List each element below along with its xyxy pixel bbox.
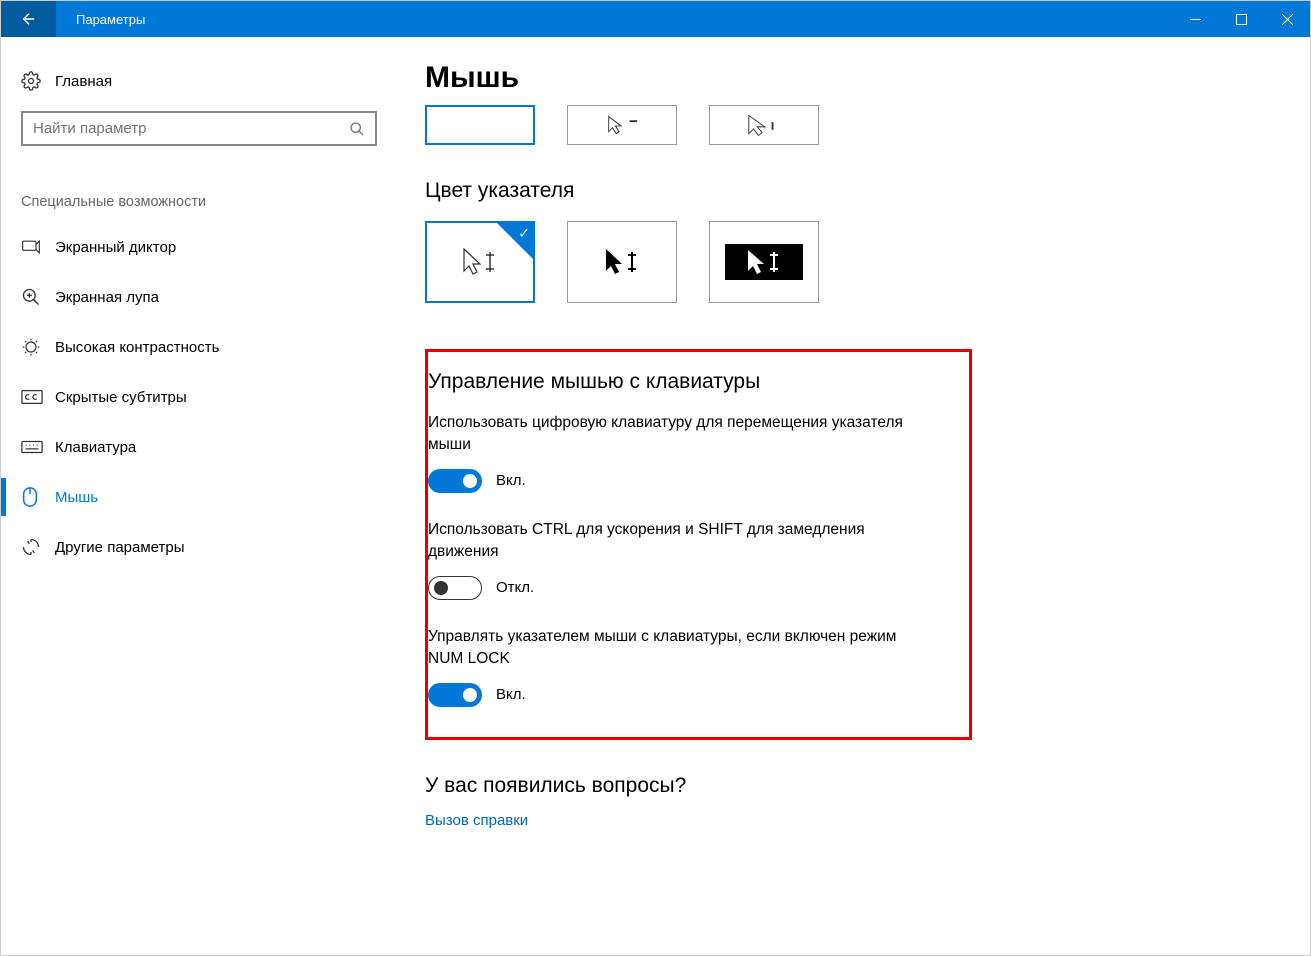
sidebar-item-closed-captions[interactable]: Скрытые субтитры	[21, 372, 381, 422]
sidebar-item-other[interactable]: Другие параметры	[21, 522, 381, 572]
numpad-state: Вкл.	[496, 472, 526, 489]
other-options-icon	[21, 537, 41, 557]
minimize-button[interactable]	[1172, 1, 1218, 37]
sidebar-item-narrator[interactable]: Экранный диктор	[21, 222, 381, 272]
pointer-size-options	[425, 105, 1270, 145]
window-controls	[1172, 1, 1310, 37]
cursor-large-icon	[745, 114, 783, 136]
numlock-state: Вкл.	[496, 686, 526, 703]
pointer-size-3[interactable]	[709, 105, 819, 145]
pointer-size-1[interactable]	[425, 105, 535, 145]
high-contrast-icon	[21, 337, 41, 357]
close-icon	[1282, 14, 1293, 25]
sidebar-item-label: Высокая контрастность	[55, 339, 219, 356]
titlebar: Параметры	[1, 1, 1310, 37]
ctrlshift-toggle[interactable]	[428, 576, 482, 600]
checkmark-icon: ✓	[518, 225, 530, 242]
sidebar: Главная Специальные возможности Экранный…	[1, 37, 401, 955]
close-button[interactable]	[1264, 1, 1310, 37]
minimize-icon	[1190, 14, 1201, 25]
numpad-toggle[interactable]	[428, 469, 482, 493]
arrow-left-icon	[20, 10, 38, 28]
magnifier-icon	[21, 287, 41, 307]
numpad-setting: Использовать цифровую клавиатуру для пер…	[428, 412, 951, 493]
maximize-icon	[1236, 14, 1247, 25]
gear-icon	[21, 71, 41, 91]
keyboard-control-heading: Управление мышью с клавиатуры	[428, 370, 951, 394]
ctrlshift-label: Использовать CTRL для ускорения и SHIFT …	[428, 519, 918, 564]
maximize-button[interactable]	[1218, 1, 1264, 37]
back-button[interactable]	[1, 1, 56, 37]
closed-captions-icon	[21, 387, 43, 407]
pointer-color-black[interactable]	[567, 221, 677, 303]
ctrlshift-setting: Использовать CTRL для ускорения и SHIFT …	[428, 519, 951, 600]
numpad-label: Использовать цифровую клавиатуру для пер…	[428, 412, 918, 457]
keyboard-icon	[21, 437, 43, 457]
home-nav[interactable]: Главная	[21, 61, 381, 101]
pointer-color-options: ✓	[425, 221, 1270, 303]
numlock-setting: Управлять указателем мыши с клавиатуры, …	[428, 626, 951, 707]
ctrlshift-state: Откл.	[496, 579, 534, 596]
cursor-inverted-icon	[742, 249, 786, 275]
cursor-white-icon	[458, 247, 502, 277]
mouse-icon	[21, 487, 39, 507]
sidebar-item-label: Скрытые субтитры	[55, 389, 187, 406]
pointer-color-heading: Цвет указателя	[425, 179, 1270, 203]
help-link[interactable]: Вызов справки	[425, 812, 1270, 829]
main-content: Мышь Цвет указателя ✓	[401, 37, 1310, 955]
sidebar-item-label: Экранный диктор	[55, 239, 176, 256]
sidebar-item-label: Мышь	[55, 489, 98, 506]
sidebar-section-title: Специальные возможности	[21, 194, 381, 210]
window-title: Параметры	[76, 12, 145, 27]
home-label: Главная	[55, 73, 112, 90]
sidebar-item-keyboard[interactable]: Клавиатура	[21, 422, 381, 472]
search-icon	[349, 121, 365, 137]
page-title: Мышь	[425, 61, 1270, 95]
sidebar-item-label: Экранная лупа	[55, 289, 159, 306]
questions-heading: У вас появились вопросы?	[425, 774, 1270, 798]
sidebar-item-high-contrast[interactable]: Высокая контрастность	[21, 322, 381, 372]
search-box[interactable]	[21, 111, 377, 146]
sidebar-item-mouse[interactable]: Мышь	[21, 472, 381, 522]
pointer-color-white[interactable]: ✓	[425, 221, 535, 303]
keyboard-mouse-control-section: Управление мышью с клавиатуры Использова…	[425, 349, 972, 740]
sidebar-item-label: Другие параметры	[55, 539, 185, 556]
numlock-toggle[interactable]	[428, 683, 482, 707]
sidebar-item-label: Клавиатура	[55, 439, 136, 456]
narrator-icon	[21, 237, 41, 257]
search-input[interactable]	[33, 120, 349, 137]
pointer-color-inverted[interactable]	[709, 221, 819, 303]
numlock-label: Управлять указателем мыши с клавиатуры, …	[428, 626, 918, 671]
cursor-medium-icon	[603, 114, 641, 136]
sidebar-item-magnifier[interactable]: Экранная лупа	[21, 272, 381, 322]
cursor-black-icon	[600, 247, 644, 277]
pointer-size-2[interactable]	[567, 105, 677, 145]
